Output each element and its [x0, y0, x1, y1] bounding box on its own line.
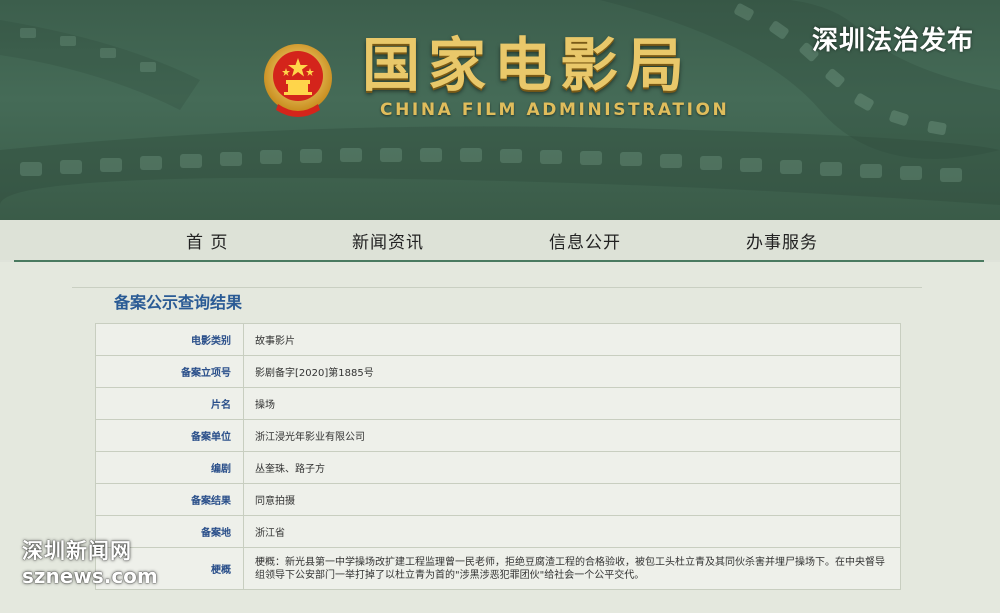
- nav-item-info[interactable]: 信息公开: [549, 228, 621, 253]
- main-nav: 首 页 新闻资讯 信息公开 办事服务: [0, 220, 1000, 260]
- section-rule: [72, 287, 922, 288]
- row-label: 备案单位: [95, 419, 244, 452]
- row-value: 故事影片: [243, 323, 901, 356]
- record-table: 电影类别 故事影片 备案立项号 影剧备字[2020]第1885号 片名 操场 备…: [95, 323, 901, 590]
- watermark-en: sznews.com: [22, 564, 158, 588]
- row-value: 浙江浸光年影业有限公司: [243, 419, 901, 452]
- nav-item-home[interactable]: 首 页: [186, 228, 228, 253]
- source-watermark: 深圳法治发布: [811, 26, 974, 56]
- header-banner: 国家电影局 CHINA FILM ADMINISTRATION 深圳法治发布: [0, 0, 1000, 220]
- row-value: 影剧备字[2020]第1885号: [243, 355, 901, 388]
- row-label: 备案立项号: [95, 355, 244, 388]
- table-row: 备案地 浙江省: [95, 515, 901, 548]
- row-value: 浙江省: [243, 515, 901, 548]
- nav-item-news[interactable]: 新闻资讯: [352, 228, 424, 253]
- agency-title: 国家电影局: [362, 31, 693, 99]
- row-label: 编剧: [95, 451, 244, 484]
- row-value: 操场: [243, 387, 901, 420]
- section-title: 备案公示查询结果: [114, 293, 243, 312]
- national-emblem-icon: [264, 44, 332, 117]
- watermark-cn: 深圳新闻网: [22, 539, 132, 563]
- table-row: 备案单位 浙江浸光年影业有限公司: [95, 419, 901, 452]
- table-row: 梗概 梗概：新光县第一中学操场改扩建工程监理曾一民老师，拒绝豆腐渣工程的合格验收…: [95, 547, 901, 590]
- table-row: 电影类别 故事影片: [95, 323, 901, 356]
- row-label: 电影类别: [95, 323, 244, 356]
- sznews-watermark: 深圳新闻网 sznews.com: [22, 538, 158, 588]
- row-label: 备案结果: [95, 483, 244, 516]
- table-row: 备案立项号 影剧备字[2020]第1885号: [95, 355, 901, 388]
- agency-subtitle: CHINA FILM ADMINISTRATION: [380, 100, 730, 120]
- row-label: 片名: [95, 387, 244, 420]
- table-row: 备案结果 同意拍摄: [95, 483, 901, 516]
- row-value-synopsis: 梗概：新光县第一中学操场改扩建工程监理曾一民老师，拒绝豆腐渣工程的合格验收，被包…: [243, 547, 901, 590]
- table-row: 编剧 丛奎珠、路子方: [95, 451, 901, 484]
- table-row: 片名 操场: [95, 387, 901, 420]
- nav-item-services[interactable]: 办事服务: [746, 228, 818, 253]
- row-value: 同意拍摄: [243, 483, 901, 516]
- row-value: 丛奎珠、路子方: [243, 451, 901, 484]
